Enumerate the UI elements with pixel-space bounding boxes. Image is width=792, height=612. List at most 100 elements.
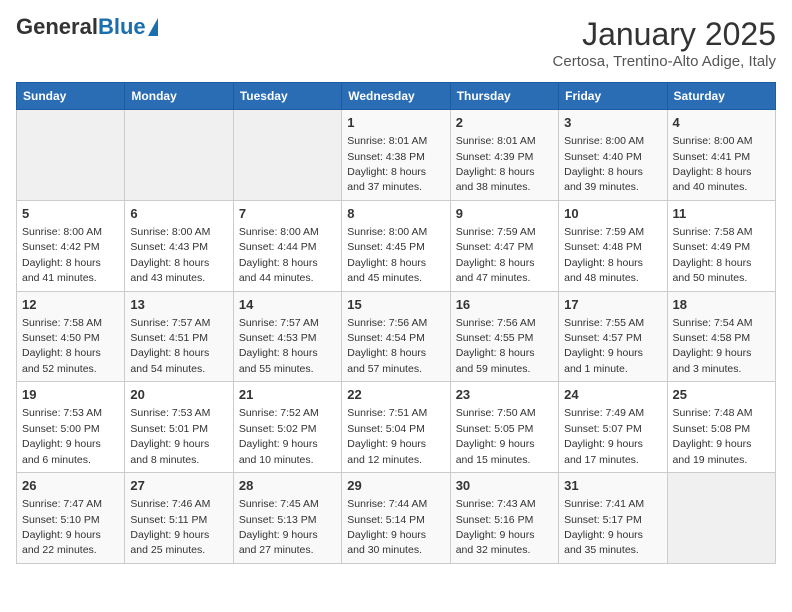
day-info: Sunrise: 7:54 AM Sunset: 4:58 PM Dayligh… [673, 317, 753, 375]
calendar-week-row: 5 Sunrise: 8:00 AM Sunset: 4:42 PM Daylig… [17, 200, 776, 291]
day-info: Sunrise: 8:01 AM Sunset: 4:38 PM Dayligh… [347, 135, 427, 193]
day-number: 2 [456, 114, 553, 132]
title-block: January 2025 Certosa, Trentino-Alto Adig… [553, 16, 776, 70]
calendar-cell: 21 Sunrise: 7:52 AM Sunset: 5:02 PM Dayli… [233, 382, 341, 473]
weekday-header-monday: Monday [125, 83, 233, 110]
calendar-cell: 26 Sunrise: 7:47 AM Sunset: 5:10 PM Dayli… [17, 473, 125, 564]
day-info: Sunrise: 7:59 AM Sunset: 4:48 PM Dayligh… [564, 226, 644, 284]
day-number: 13 [130, 296, 227, 314]
weekday-header-thursday: Thursday [450, 83, 558, 110]
day-number: 25 [673, 386, 770, 404]
calendar-cell: 5 Sunrise: 8:00 AM Sunset: 4:42 PM Daylig… [17, 200, 125, 291]
calendar-cell: 10 Sunrise: 7:59 AM Sunset: 4:48 PM Dayli… [559, 200, 667, 291]
day-number: 16 [456, 296, 553, 314]
day-number: 5 [22, 205, 119, 223]
day-number: 24 [564, 386, 661, 404]
calendar-cell: 30 Sunrise: 7:43 AM Sunset: 5:16 PM Dayli… [450, 473, 558, 564]
logo: GeneralBlue [16, 16, 158, 38]
page-header: GeneralBlue January 2025 Certosa, Trenti… [16, 16, 776, 70]
weekday-header-friday: Friday [559, 83, 667, 110]
day-number: 15 [347, 296, 444, 314]
day-number: 18 [673, 296, 770, 314]
calendar-week-row: 26 Sunrise: 7:47 AM Sunset: 5:10 PM Dayli… [17, 473, 776, 564]
calendar-cell: 7Sunrise: 8:00 AM Sunset: 4:44 PM Daylig… [233, 200, 341, 291]
day-info: Sunrise: 8:00 AM Sunset: 4:40 PM Dayligh… [564, 135, 644, 193]
month-title: January 2025 [553, 16, 776, 53]
day-info: Sunrise: 7:49 AM Sunset: 5:07 PM Dayligh… [564, 407, 644, 465]
calendar-cell: 16 Sunrise: 7:56 AM Sunset: 4:55 PM Dayli… [450, 291, 558, 382]
day-info: Sunrise: 8:00 AM Sunset: 4:45 PM Dayligh… [347, 226, 427, 284]
calendar-cell: 12 Sunrise: 7:58 AM Sunset: 4:50 PM Dayli… [17, 291, 125, 382]
day-info: Sunrise: 7:41 AM Sunset: 5:17 PM Dayligh… [564, 498, 644, 556]
day-number: 27 [130, 477, 227, 495]
day-number: 12 [22, 296, 119, 314]
calendar-cell: 20Sunrise: 7:53 AM Sunset: 5:01 PM Dayli… [125, 382, 233, 473]
day-info: Sunrise: 8:00 AM Sunset: 4:43 PM Dayligh… [130, 226, 210, 284]
calendar-cell: 17 Sunrise: 7:55 AM Sunset: 4:57 PM Dayli… [559, 291, 667, 382]
calendar-week-row: 19Sunrise: 7:53 AM Sunset: 5:00 PM Dayli… [17, 382, 776, 473]
day-number: 20 [130, 386, 227, 404]
day-info: Sunrise: 8:00 AM Sunset: 4:42 PM Dayligh… [22, 226, 102, 284]
day-info: Sunrise: 7:52 AM Sunset: 5:02 PM Dayligh… [239, 407, 319, 465]
day-info: Sunrise: 7:43 AM Sunset: 5:16 PM Dayligh… [456, 498, 536, 556]
calendar-week-row: 1Sunrise: 8:01 AM Sunset: 4:38 PM Daylig… [17, 110, 776, 201]
logo-triangle-icon [148, 18, 158, 36]
calendar-header-row: SundayMondayTuesdayWednesdayThursdayFrid… [17, 83, 776, 110]
day-info: Sunrise: 7:48 AM Sunset: 5:08 PM Dayligh… [673, 407, 753, 465]
calendar-cell [233, 110, 341, 201]
day-number: 21 [239, 386, 336, 404]
day-info: Sunrise: 7:46 AM Sunset: 5:11 PM Dayligh… [130, 498, 210, 556]
day-number: 3 [564, 114, 661, 132]
day-info: Sunrise: 7:47 AM Sunset: 5:10 PM Dayligh… [22, 498, 102, 556]
calendar-week-row: 12 Sunrise: 7:58 AM Sunset: 4:50 PM Dayli… [17, 291, 776, 382]
day-number: 22 [347, 386, 444, 404]
day-number: 8 [347, 205, 444, 223]
day-info: Sunrise: 7:57 AM Sunset: 4:53 PM Dayligh… [239, 317, 319, 375]
calendar-cell: 3 Sunrise: 8:00 AM Sunset: 4:40 PM Daylig… [559, 110, 667, 201]
calendar-cell: 27 Sunrise: 7:46 AM Sunset: 5:11 PM Dayli… [125, 473, 233, 564]
day-info: Sunrise: 8:01 AM Sunset: 4:39 PM Dayligh… [456, 135, 536, 193]
calendar-cell: 23Sunrise: 7:50 AM Sunset: 5:05 PM Dayli… [450, 382, 558, 473]
calendar-cell: 2 Sunrise: 8:01 AM Sunset: 4:39 PM Daylig… [450, 110, 558, 201]
location-subtitle: Certosa, Trentino-Alto Adige, Italy [553, 53, 776, 70]
calendar-cell: 8 Sunrise: 8:00 AM Sunset: 4:45 PM Daylig… [342, 200, 450, 291]
logo-general: GeneralBlue [16, 16, 146, 38]
calendar-cell: 28 Sunrise: 7:45 AM Sunset: 5:13 PM Dayli… [233, 473, 341, 564]
calendar-cell: 31 Sunrise: 7:41 AM Sunset: 5:17 PM Dayli… [559, 473, 667, 564]
calendar-cell: 9Sunrise: 7:59 AM Sunset: 4:47 PM Daylig… [450, 200, 558, 291]
day-info: Sunrise: 7:51 AM Sunset: 5:04 PM Dayligh… [347, 407, 427, 465]
calendar-cell: 1Sunrise: 8:01 AM Sunset: 4:38 PM Daylig… [342, 110, 450, 201]
day-info: Sunrise: 7:58 AM Sunset: 4:50 PM Dayligh… [22, 317, 102, 375]
day-number: 10 [564, 205, 661, 223]
day-number: 26 [22, 477, 119, 495]
day-number: 29 [347, 477, 444, 495]
calendar-cell: 13 Sunrise: 7:57 AM Sunset: 4:51 PM Dayli… [125, 291, 233, 382]
day-number: 19 [22, 386, 119, 404]
day-number: 17 [564, 296, 661, 314]
calendar-cell: 24 Sunrise: 7:49 AM Sunset: 5:07 PM Dayli… [559, 382, 667, 473]
calendar-cell: 4Sunrise: 8:00 AM Sunset: 4:41 PM Daylig… [667, 110, 775, 201]
day-info: Sunrise: 7:58 AM Sunset: 4:49 PM Dayligh… [673, 226, 753, 284]
day-info: Sunrise: 8:00 AM Sunset: 4:41 PM Dayligh… [673, 135, 753, 193]
day-info: Sunrise: 7:59 AM Sunset: 4:47 PM Dayligh… [456, 226, 536, 284]
calendar-cell: 29 Sunrise: 7:44 AM Sunset: 5:14 PM Dayli… [342, 473, 450, 564]
day-number: 31 [564, 477, 661, 495]
calendar-cell: 22 Sunrise: 7:51 AM Sunset: 5:04 PM Dayli… [342, 382, 450, 473]
calendar-cell [125, 110, 233, 201]
day-number: 30 [456, 477, 553, 495]
day-info: Sunrise: 7:45 AM Sunset: 5:13 PM Dayligh… [239, 498, 319, 556]
day-number: 14 [239, 296, 336, 314]
day-info: Sunrise: 7:55 AM Sunset: 4:57 PM Dayligh… [564, 317, 644, 375]
calendar-cell [17, 110, 125, 201]
day-info: Sunrise: 7:56 AM Sunset: 4:54 PM Dayligh… [347, 317, 427, 375]
calendar-table: SundayMondayTuesdayWednesdayThursdayFrid… [16, 82, 776, 564]
calendar-cell [667, 473, 775, 564]
day-info: Sunrise: 7:56 AM Sunset: 4:55 PM Dayligh… [456, 317, 536, 375]
day-number: 7 [239, 205, 336, 223]
calendar-cell: 19Sunrise: 7:53 AM Sunset: 5:00 PM Dayli… [17, 382, 125, 473]
calendar-cell: 25 Sunrise: 7:48 AM Sunset: 5:08 PM Dayli… [667, 382, 775, 473]
day-info: Sunrise: 7:44 AM Sunset: 5:14 PM Dayligh… [347, 498, 427, 556]
calendar-cell: 6Sunrise: 8:00 AM Sunset: 4:43 PM Daylig… [125, 200, 233, 291]
day-info: Sunrise: 7:57 AM Sunset: 4:51 PM Dayligh… [130, 317, 210, 375]
day-number: 28 [239, 477, 336, 495]
